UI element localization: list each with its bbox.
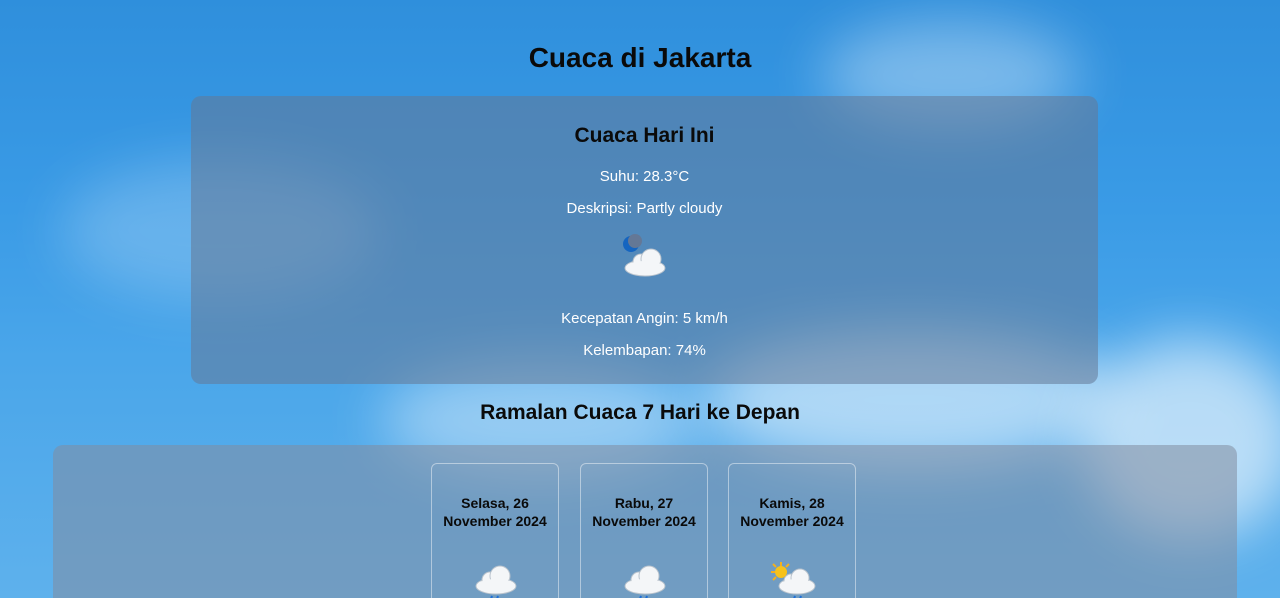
today-temperature: Suhu: 28.3°C [599, 168, 690, 185]
today-wind: Kecepatan Angin: 5 km/h [561, 310, 728, 327]
today-weather-card: Cuaca Hari Ini Suhu: 28.3°C Deskripsi: P… [191, 96, 1098, 384]
forecast-day-date: Selasa, 26 November 2024 [443, 495, 547, 529]
forecast-day-date: Kamis, 28 November 2024 [740, 495, 844, 529]
forecast-panel: Selasa, 26 November 2024 Rabu, 27 Novemb… [53, 445, 1237, 598]
sun-cloud-rain-icon [767, 560, 819, 598]
forecast-day-card: Rabu, 27 November 2024 [580, 463, 708, 598]
night-partly-cloudy-icon [619, 234, 671, 280]
forecast-day-card: Selasa, 26 November 2024 [431, 463, 559, 598]
today-heading: Cuaca Hari Ini [574, 124, 715, 147]
forecast-title: Ramalan Cuaca 7 Hari ke Depan [480, 401, 800, 424]
today-humidity: Kelembapan: 74% [583, 342, 706, 359]
forecast-day-card: Kamis, 28 November 2024 [728, 463, 856, 598]
cloud-rain-icon [470, 560, 522, 598]
today-description: Deskripsi: Partly cloudy [566, 200, 723, 217]
cloud-rain-icon [619, 560, 671, 598]
forecast-day-date: Rabu, 27 November 2024 [592, 495, 696, 529]
page-title: Cuaca di Jakarta [528, 42, 752, 73]
